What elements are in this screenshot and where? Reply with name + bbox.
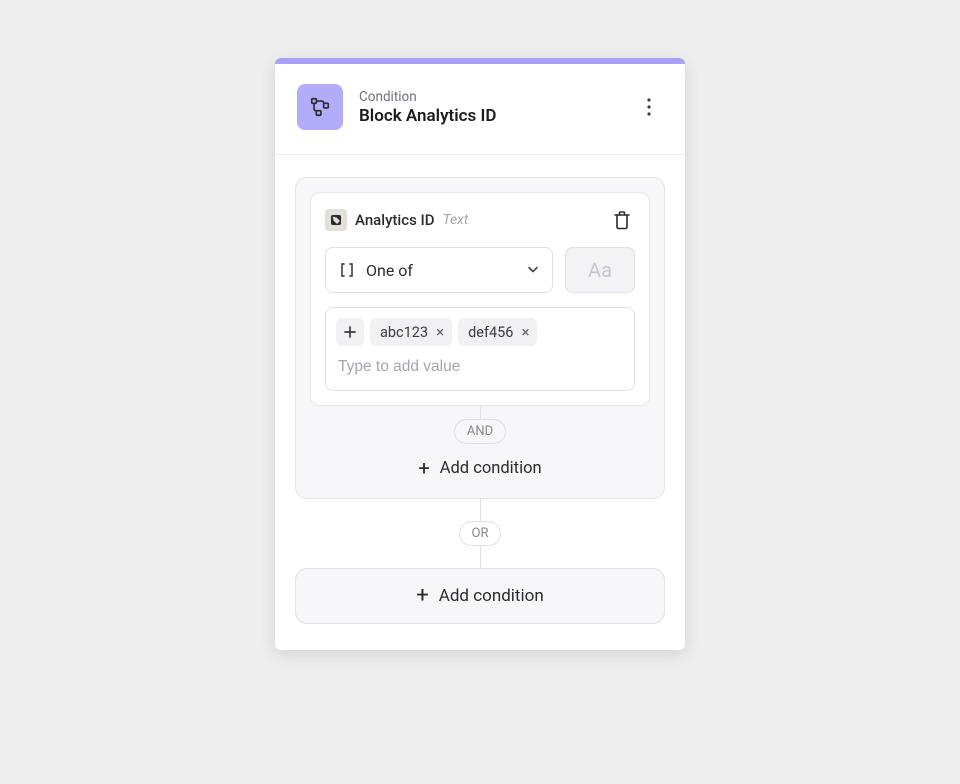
branch-icon [309,96,331,118]
value-text-input[interactable] [336,354,624,380]
field-type: Text [443,212,469,228]
values-input-box[interactable]: abc123 × def456 × [325,307,635,391]
and-connector: AND [310,405,650,444]
value-chips: abc123 × def456 × [336,318,624,346]
value-chip: def456 × [458,318,537,346]
and-pill: AND [454,419,506,444]
chip-remove[interactable]: × [434,323,446,341]
condition-header-row: Analytics ID Text [325,207,635,233]
value-chip: abc123 × [370,318,452,346]
tag-icon [330,214,342,226]
field-type-icon [325,209,347,231]
condition-item: Analytics ID Text [310,192,650,406]
plus-icon [343,325,357,339]
trash-icon [613,210,631,230]
dots-vertical-icon [647,98,651,116]
card-body: Analytics ID Text [275,155,685,650]
card-header: Condition Block Analytics ID [275,64,685,154]
case-sensitivity-toggle[interactable]: Aa [565,247,635,293]
field-name: Analytics ID [355,211,435,229]
chip-remove[interactable]: × [519,323,531,341]
condition-field[interactable]: Analytics ID Text [325,209,468,231]
connector-line [480,405,481,419]
delete-condition-button[interactable] [609,207,635,233]
or-pill: OR [459,521,502,546]
connector-line [480,546,481,568]
add-condition-label: Add condition [440,459,542,478]
header-text: Condition Block Analytics ID [359,89,635,126]
add-condition-inner[interactable]: + Add condition [310,444,650,478]
operator-select[interactable]: One of [325,247,553,293]
chevron-down-icon [526,261,540,280]
condition-card: Condition Block Analytics ID [275,58,685,650]
or-connector: OR [295,499,665,568]
add-value-button[interactable] [336,318,364,346]
chip-label: def456 [468,324,513,341]
connector-line [480,499,481,521]
header-title: Block Analytics ID [359,106,635,126]
case-hint-label: Aa [588,258,612,282]
card-overflow-menu[interactable] [635,93,663,121]
chip-label: abc123 [380,324,428,341]
condition-type-icon [297,84,343,130]
header-eyebrow: Condition [359,89,635,105]
operator-label: One of [366,261,516,280]
add-condition-group[interactable]: + Add condition [295,568,665,624]
condition-group: Analytics ID Text [295,177,665,499]
operator-row: One of Aa [325,247,635,293]
brackets-icon [338,261,356,279]
plus-icon: + [418,458,429,478]
plus-icon: + [416,585,428,607]
add-condition-label: Add condition [439,586,544,606]
